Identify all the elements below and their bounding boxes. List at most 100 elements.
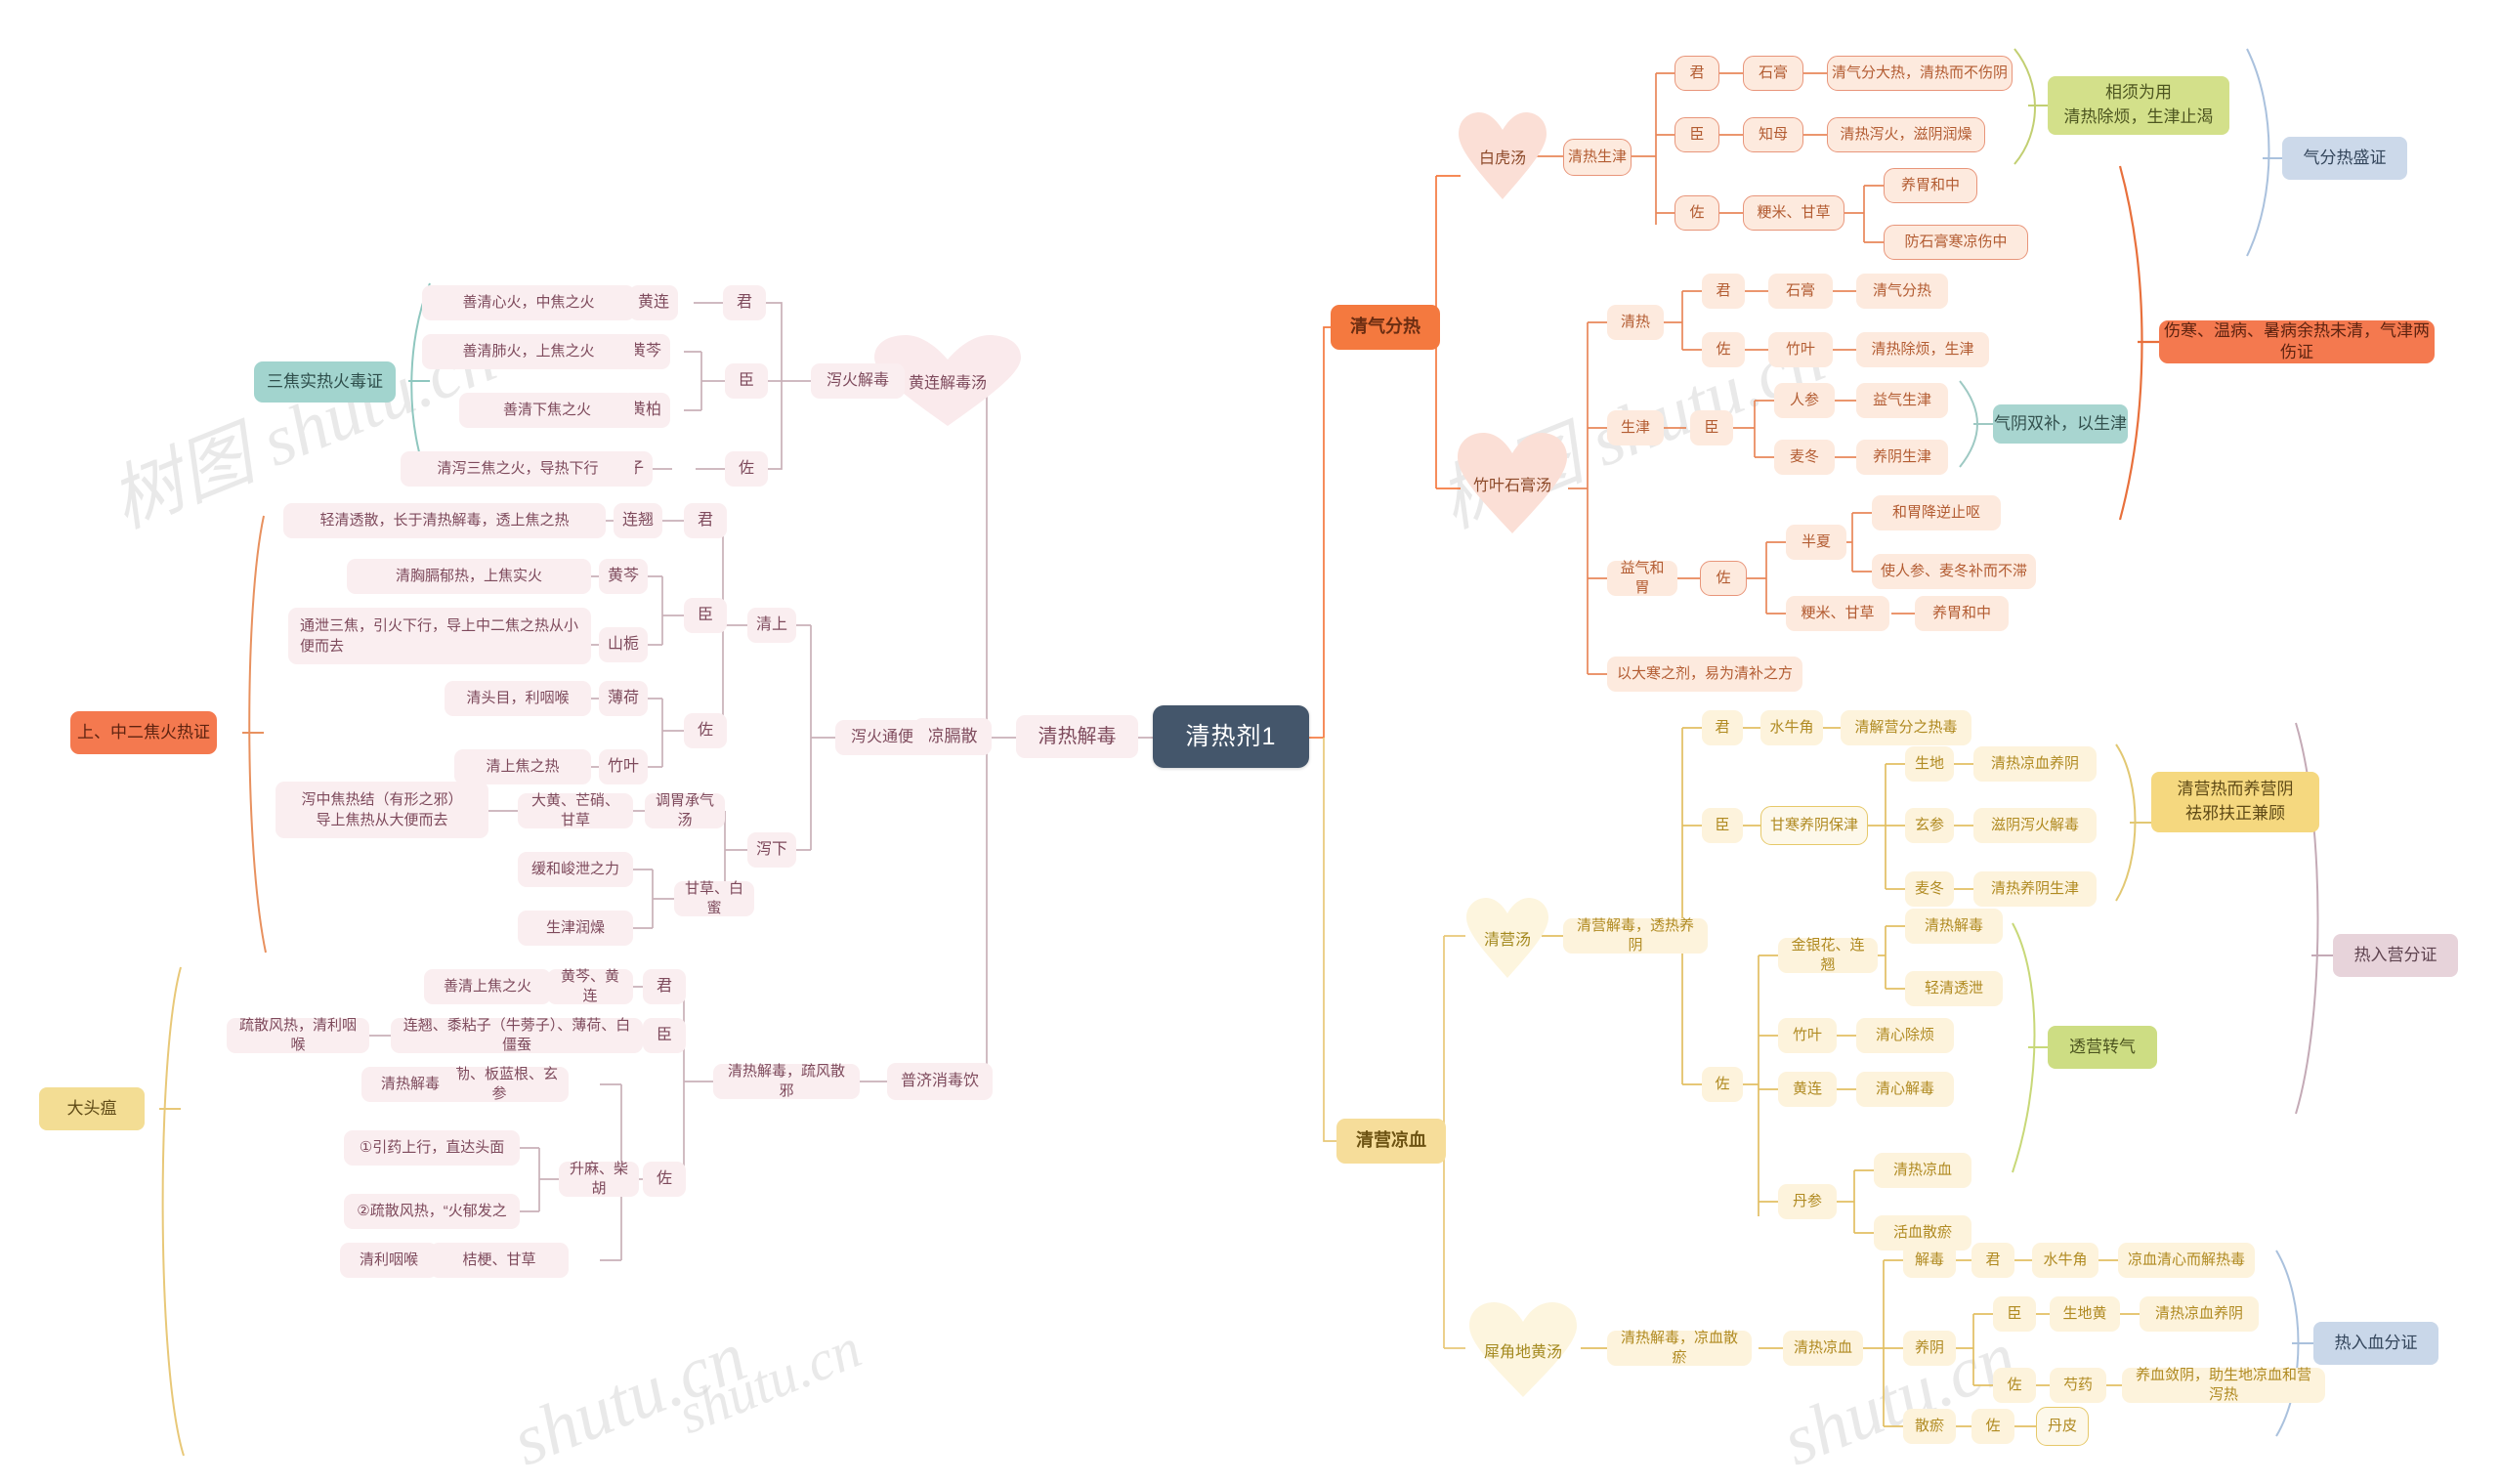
role-jun[interactable]: 君 bbox=[723, 285, 766, 320]
formula-zhuye-shigao-tang[interactable]: 竹叶石膏汤 bbox=[1452, 430, 1573, 537]
effect-text[interactable]: 养胃和中 bbox=[1915, 596, 2009, 631]
syndrome-reruyingfen[interactable]: 热入营分证 bbox=[2333, 934, 2458, 977]
note-qiyin-shuangbu[interactable]: 气阴双补，以生津 bbox=[1993, 404, 2128, 444]
effect-text[interactable]: 清解营分之热毒 bbox=[1841, 710, 1971, 745]
formula-qingying-tang[interactable]: 清营汤 bbox=[1462, 895, 1553, 981]
role-jun[interactable]: 君 bbox=[643, 969, 686, 1004]
effect-text[interactable]: 清泻三焦之火，导热下行 bbox=[401, 451, 635, 487]
role-zuo[interactable]: 佐 bbox=[684, 713, 727, 748]
group-jiedu[interactable]: 解毒 bbox=[1903, 1243, 1956, 1278]
syndrome-sanjiao[interactable]: 三焦实热火毒证 bbox=[254, 361, 396, 403]
herb-group[interactable]: 大黄、芒硝、甘草 bbox=[518, 792, 633, 828]
herb-huangqin[interactable]: 黄芩 bbox=[599, 559, 648, 594]
function-qingre-jiedu-liangxue[interactable]: 清热解毒，凉血散瘀 bbox=[1607, 1330, 1752, 1366]
effect-text[interactable]: ①引药上行，直达头面 bbox=[344, 1130, 520, 1166]
group-shengjin[interactable]: 生津 bbox=[1607, 410, 1664, 445]
role-jun[interactable]: 君 bbox=[1702, 274, 1745, 309]
herb-danshen[interactable]: 丹参 bbox=[1778, 1184, 1837, 1219]
effect-text[interactable]: 善清肺火，上焦之火 bbox=[422, 334, 635, 369]
group-xiexia[interactable]: 泻下 bbox=[747, 832, 796, 868]
effect-text[interactable]: 清热凉血 bbox=[1874, 1153, 1971, 1188]
role-zuo[interactable]: 佐 bbox=[1971, 1409, 2014, 1444]
syndrome-qifen-resheng[interactable]: 气分热盛证 bbox=[2282, 137, 2407, 180]
effect-text[interactable]: 清热泻火，滋阴润燥 bbox=[1827, 117, 1985, 152]
note-touying-zhuanqi[interactable]: 透营转气 bbox=[2048, 1026, 2157, 1069]
herb-lianqiao[interactable]: 连翘 bbox=[614, 503, 662, 538]
function-xiehuo-tongbian[interactable]: 泻火通便 bbox=[835, 720, 929, 755]
effect-text[interactable]: 清气分热 bbox=[1856, 274, 1948, 309]
role-chen[interactable]: 臣 bbox=[1993, 1296, 2036, 1332]
effect-text[interactable]: 善清心火，中焦之火 bbox=[422, 285, 635, 320]
role-jun[interactable]: 君 bbox=[684, 503, 727, 538]
herb-jingmi-gancao[interactable]: 粳米、甘草 bbox=[1786, 596, 1889, 631]
herb-shaoyao[interactable]: 芍药 bbox=[2050, 1368, 2106, 1403]
role-zuo[interactable]: 佐 bbox=[1702, 1067, 1743, 1102]
herb-huanglian[interactable]: 黄连 bbox=[1778, 1072, 1837, 1107]
effect-text[interactable]: 清气分大热，清热而不伤阴 bbox=[1827, 56, 2013, 91]
effect-text[interactable]: 善清下焦之火 bbox=[459, 393, 635, 428]
effect-text[interactable]: 轻清透散，长于清热解毒，透上焦之热 bbox=[283, 503, 606, 538]
role-jun[interactable]: 君 bbox=[1674, 56, 1719, 91]
role-jun[interactable]: 君 bbox=[1971, 1243, 2014, 1278]
herb-shanzhi[interactable]: 山栀 bbox=[599, 627, 648, 662]
herb-group[interactable]: 连翘、黍粘子（牛蒡子）、薄荷、白僵蚕 bbox=[391, 1017, 643, 1053]
root-node[interactable]: 清热剂1 bbox=[1153, 705, 1309, 768]
syndrome-shanghan-wenbing[interactable]: 伤寒、温病、暑病余热未清，气津两伤证 bbox=[2159, 320, 2435, 363]
herb-jingmi-gancao[interactable]: 粳米、甘草 bbox=[1743, 195, 1844, 231]
effect-text[interactable]: 缓和峻泄之力 bbox=[518, 852, 633, 887]
effect-text[interactable]: 养血敛阴，助生地凉血和营泻热 bbox=[2122, 1367, 2325, 1403]
role-zuo[interactable]: 佐 bbox=[1993, 1368, 2036, 1403]
role-zuo[interactable]: 佐 bbox=[1700, 561, 1747, 596]
role-chen[interactable]: 臣 bbox=[1702, 808, 1743, 843]
effect-text[interactable]: 清热养阴生津 bbox=[1973, 871, 2097, 907]
role-zuo[interactable]: 佐 bbox=[1702, 332, 1745, 367]
effect-text[interactable]: 益气生津 bbox=[1856, 383, 1948, 418]
effect-text[interactable]: 使人参、麦冬补而不滞 bbox=[1872, 554, 2036, 589]
group-sanyu[interactable]: 散瘀 bbox=[1903, 1409, 1956, 1444]
effect-text[interactable]: 养胃和中 bbox=[1884, 168, 1977, 203]
syndrome-shangzhong-erjiao[interactable]: 上、中二焦火热证 bbox=[70, 711, 217, 754]
herb-zhimu[interactable]: 知母 bbox=[1743, 117, 1803, 152]
group-yangyin[interactable]: 养阴 bbox=[1903, 1331, 1956, 1366]
herb-shigao[interactable]: 石膏 bbox=[1768, 274, 1833, 309]
herb-zhuye[interactable]: 竹叶 bbox=[1778, 1018, 1837, 1053]
branch-left-label[interactable]: 清热解毒 bbox=[1016, 715, 1138, 758]
effect-text[interactable]: 清热除烦，生津 bbox=[1856, 332, 1989, 367]
mid-qingre-liangxue[interactable]: 清热凉血 bbox=[1783, 1331, 1863, 1366]
effect-text[interactable]: ②疏散风热，“火郁发之 bbox=[344, 1194, 520, 1229]
formula-tiaowei-chengqi-tang[interactable]: 调胃承气汤 bbox=[645, 792, 725, 828]
note-xiangxu-weiyong[interactable]: 相须为用 清热除烦，生津止渴 bbox=[2048, 76, 2229, 135]
group-yiqi-hewei[interactable]: 益气和胃 bbox=[1607, 560, 1677, 596]
effect-text[interactable]: 防石膏寒凉伤中 bbox=[1884, 225, 2028, 260]
effect-text[interactable]: 凉血清心而解热毒 bbox=[2118, 1243, 2255, 1278]
effect-text[interactable]: 养阴生津 bbox=[1856, 440, 1948, 475]
herb-jinyinhua-lianqiao[interactable]: 金银花、连翘 bbox=[1778, 937, 1878, 973]
role-zuo[interactable]: 佐 bbox=[1674, 195, 1719, 231]
formula-puji-xiaodu-yin[interactable]: 普济消毒饮 bbox=[887, 1063, 993, 1100]
herb-maidong[interactable]: 麦冬 bbox=[1774, 440, 1835, 475]
herb-shengdihuang[interactable]: 生地黄 bbox=[2050, 1296, 2120, 1332]
effect-text[interactable]: 轻清透泄 bbox=[1905, 971, 2003, 1006]
effect-text[interactable]: 清利咽喉 bbox=[340, 1243, 438, 1278]
herb-shengdi[interactable]: 生地 bbox=[1905, 746, 1954, 782]
function-qingying-jiedu[interactable]: 清营解毒，透热养阴 bbox=[1563, 917, 1708, 954]
role-chen[interactable]: 臣 bbox=[643, 1018, 686, 1053]
effect-text[interactable]: 清头目，利咽喉 bbox=[445, 681, 591, 716]
herb-bohe[interactable]: 薄荷 bbox=[599, 681, 648, 716]
note-qingying-yangying[interactable]: 清营热而养营阴 祛邪扶正兼顾 bbox=[2151, 772, 2319, 832]
herb-danpi[interactable]: 丹皮 bbox=[2036, 1407, 2089, 1446]
note-dahanzhiji[interactable]: 以大寒之剂，易为清补之方 bbox=[1607, 657, 1802, 692]
effect-text[interactable]: 生津润燥 bbox=[518, 911, 633, 946]
herb-huanglian[interactable]: 黄连 bbox=[629, 285, 678, 320]
effect-text[interactable]: 疏散风热，清利咽喉 bbox=[227, 1017, 369, 1053]
effect-text[interactable]: 清热凉血养阴 bbox=[2140, 1296, 2259, 1332]
herb-renshen[interactable]: 人参 bbox=[1774, 383, 1835, 418]
effect-text[interactable]: 清热解毒 bbox=[361, 1067, 459, 1102]
effect-text[interactable]: 滋阴泻火解毒 bbox=[1973, 808, 2097, 843]
herb-maidong[interactable]: 麦冬 bbox=[1905, 871, 1954, 907]
herb-zhuye[interactable]: 竹叶 bbox=[1768, 332, 1833, 367]
herb-xuanshen[interactable]: 玄参 bbox=[1905, 808, 1954, 843]
herb-jiegeng-gancao[interactable]: 桔梗、甘草 bbox=[430, 1243, 569, 1278]
herb-shuiniujiao[interactable]: 水牛角 bbox=[1760, 710, 1823, 745]
effect-text[interactable]: 泻中焦热结（有形之邪） 导上焦热从大便而去 bbox=[276, 782, 488, 838]
